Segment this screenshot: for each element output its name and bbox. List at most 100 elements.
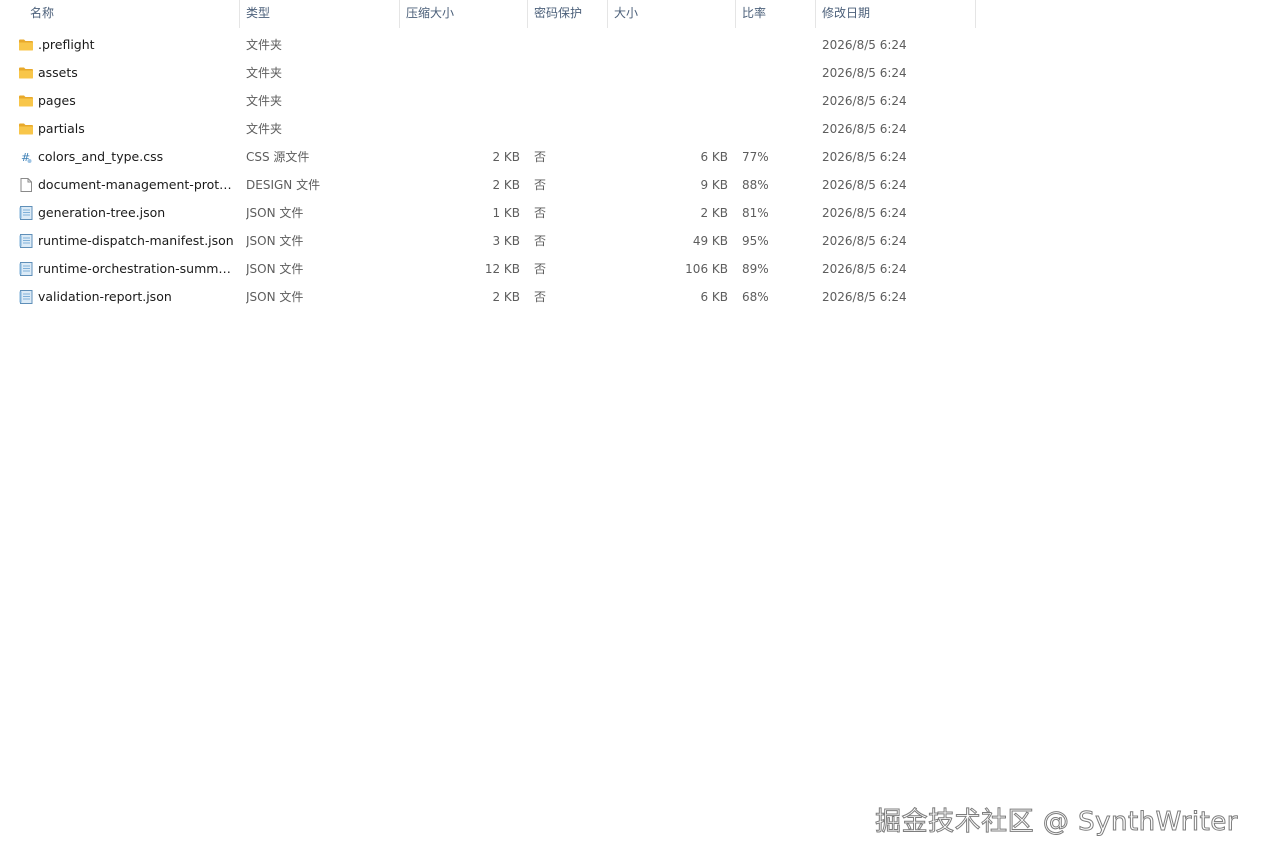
file-row[interactable]: document-management-protot... DESIGN 文件 2 … [0, 171, 976, 199]
file-name: runtime-dispatch-manifest.json [38, 233, 234, 248]
file-row[interactable]: validation-report.json JSON 文件 2 KB 否 6 KB 68… [0, 283, 976, 311]
file-password-protected [534, 31, 594, 59]
file-row[interactable]: pages 文件夹 2026/8/5 6:24 [0, 87, 976, 115]
column-header-size[interactable]: 大小 [608, 0, 736, 28]
file-type: JSON 文件 [246, 206, 304, 220]
file-password-protected: 否 [534, 178, 547, 192]
file-ratio [742, 59, 802, 87]
file-row[interactable]: assets 文件夹 2026/8/5 6:24 [0, 59, 976, 87]
file-type: 文件夹 [246, 38, 283, 52]
file-modified-date: 2026/8/5 6:24 [822, 234, 907, 248]
json-file-icon [18, 205, 34, 221]
file-compressed-size: 12 KB [484, 262, 520, 276]
file-modified-date: 2026/8/5 6:24 [822, 38, 907, 52]
json-file-icon [18, 289, 34, 305]
file-modified-date: 2026/8/5 6:24 [822, 206, 907, 220]
file-name: assets [38, 65, 78, 80]
column-header-type[interactable]: 类型 [240, 0, 400, 28]
file-size: 49 KB [692, 234, 728, 248]
file-row[interactable]: .preflight 文件夹 2026/8/5 6:24 [0, 31, 976, 59]
file-size: 9 KB [700, 178, 728, 192]
file-name: colors_and_type.css [38, 149, 164, 164]
file-compressed-size: 1 KB [492, 206, 520, 220]
column-header-size-label: 大小 [614, 6, 639, 20]
file-password-protected [534, 115, 594, 143]
file-row[interactable]: runtime-orchestration-summary... JSON 文件 1… [0, 255, 976, 283]
file-row[interactable]: runtime-dispatch-manifest.json JSON 文件 3 K… [0, 227, 976, 255]
file-compressed-size: 2 KB [492, 150, 520, 164]
file-list-view: ^ 名称 类型 压缩大小 密码保护 大小 比率 修改日期 .preflight 文… [0, 0, 1262, 304]
file-row[interactable]: # colors_and_type.css CSS 源文件 2 KB 否 6 KB 77% 2… [0, 143, 976, 171]
file-modified-date: 2026/8/5 6:24 [822, 262, 907, 276]
css-file-icon: # [18, 149, 34, 165]
column-header-compressed-size[interactable]: 压缩大小 [400, 0, 528, 28]
column-header-compressed-size-label: 压缩大小 [406, 6, 455, 20]
column-header-ratio[interactable]: 比率 [736, 0, 816, 28]
file-ratio: 77% [742, 150, 769, 164]
file-password-protected: 否 [534, 262, 547, 276]
file-ratio [742, 115, 802, 143]
file-modified-date: 2026/8/5 6:24 [822, 178, 907, 192]
column-header-ratio-label: 比率 [742, 6, 767, 20]
file-name: runtime-orchestration-summary... [38, 261, 234, 276]
file-size [608, 87, 728, 115]
file-size: 106 KB [685, 262, 728, 276]
file-compressed-size [400, 87, 520, 115]
file-row[interactable]: generation-tree.json JSON 文件 1 KB 否 2 KB 81% 2… [0, 199, 976, 227]
file-size [608, 59, 728, 87]
file-type: 文件夹 [246, 122, 283, 136]
file-compressed-size: 2 KB [492, 178, 520, 192]
column-header-modified-label: 修改日期 [822, 6, 871, 20]
file-password-protected: 否 [534, 206, 547, 220]
file-type: JSON 文件 [246, 290, 304, 304]
file-password-protected [534, 59, 594, 87]
file-name: generation-tree.json [38, 205, 166, 220]
json-file-icon [18, 233, 34, 249]
file-compressed-size: 3 KB [492, 234, 520, 248]
file-modified-date: 2026/8/5 6:24 [822, 290, 907, 304]
file-password-protected: 否 [534, 150, 547, 164]
column-header-modified[interactable]: 修改日期 [816, 0, 976, 28]
file-name: pages [38, 93, 76, 108]
file-modified-date: 2026/8/5 6:24 [822, 150, 907, 164]
column-header-type-label: 类型 [246, 6, 271, 20]
file-password-protected [534, 87, 594, 115]
column-header-password-label: 密码保护 [534, 6, 583, 20]
file-ratio: 95% [742, 234, 769, 248]
file-ratio: 89% [742, 262, 769, 276]
file-compressed-size: 2 KB [492, 290, 520, 304]
sort-ascending-icon: ^ [127, 0, 136, 7]
file-modified-date: 2026/8/5 6:24 [822, 66, 907, 80]
file-modified-date: 2026/8/5 6:24 [822, 94, 907, 108]
column-header-name-label: 名称 [30, 6, 55, 20]
json-file-icon [18, 261, 34, 277]
file-size: 6 KB [700, 290, 728, 304]
file-size: 6 KB [700, 150, 728, 164]
file-row[interactable]: partials 文件夹 2026/8/5 6:24 [0, 115, 976, 143]
file-size [608, 31, 728, 59]
file-modified-date: 2026/8/5 6:24 [822, 122, 907, 136]
file-type: DESIGN 文件 [246, 178, 321, 192]
file-type: JSON 文件 [246, 234, 304, 248]
column-header-name[interactable]: ^ 名称 [0, 0, 240, 28]
file-compressed-size [400, 59, 520, 87]
folder-icon [18, 93, 34, 109]
file-name: .preflight [38, 37, 95, 52]
watermark-text: 掘金技术社区 @ SynthWriter [875, 807, 1238, 838]
file-ratio: 81% [742, 206, 769, 220]
file-name: partials [38, 121, 85, 136]
file-name: document-management-protot... [38, 177, 234, 192]
file-ratio [742, 31, 802, 59]
file-type: 文件夹 [246, 66, 283, 80]
file-compressed-size [400, 31, 520, 59]
file-ratio [742, 87, 802, 115]
folder-icon [18, 37, 34, 53]
folder-icon [18, 121, 34, 137]
file-rows: .preflight 文件夹 2026/8/5 6:24 assets 文件夹 2026/… [0, 31, 976, 311]
file-name: validation-report.json [38, 289, 172, 304]
file-ratio: 88% [742, 178, 769, 192]
column-header-password[interactable]: 密码保护 [528, 0, 608, 28]
file-size: 2 KB [700, 206, 728, 220]
file-password-protected: 否 [534, 290, 547, 304]
blank-file-icon [18, 177, 34, 193]
